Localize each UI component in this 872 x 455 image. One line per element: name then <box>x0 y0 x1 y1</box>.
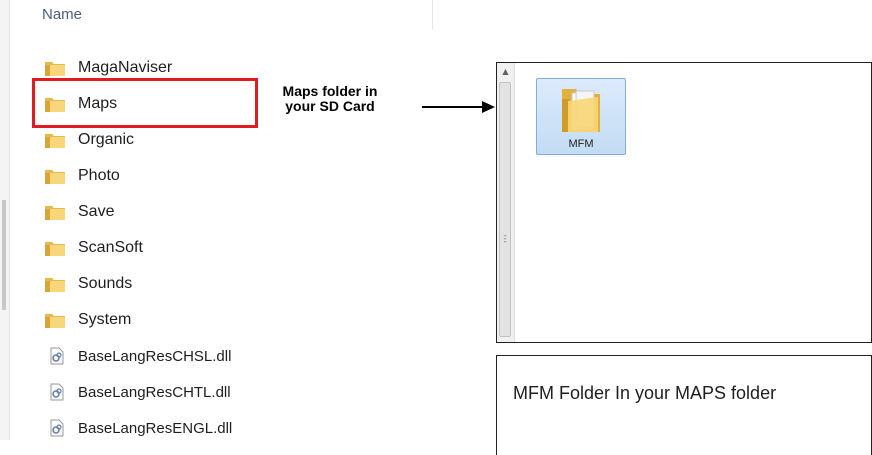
folder-icon <box>44 167 66 185</box>
file-label: BaseLangResCHSL.dll <box>78 347 232 365</box>
folder-label: System <box>78 311 132 328</box>
list-item-folder[interactable]: System <box>44 308 131 332</box>
folder-icon <box>558 83 604 139</box>
callout-line-2: your SD Card <box>285 98 375 114</box>
list-item-file[interactable]: BaseLangResCHTL.dll <box>44 380 231 404</box>
list-item-folder[interactable]: Save <box>44 200 114 224</box>
list-item-folder[interactable]: Photo <box>44 164 120 188</box>
scroll-up-arrow-icon[interactable]: ▲ <box>497 63 514 80</box>
dll-file-icon <box>48 347 66 365</box>
folder-tile-mfm[interactable]: MFM <box>536 78 626 155</box>
caption-text: MFM Folder In your MAPS folder <box>513 383 777 403</box>
dll-file-icon <box>48 419 66 437</box>
folder-icon <box>44 275 66 293</box>
folder-label: Photo <box>78 167 120 184</box>
folder-icon <box>44 239 66 257</box>
scrollbar-thumb[interactable] <box>2 200 6 310</box>
folder-icon <box>44 131 66 149</box>
list-item-folder[interactable]: Sounds <box>44 272 132 296</box>
dll-file-icon <box>48 383 66 401</box>
folder-icon <box>44 59 66 77</box>
list-item-file[interactable]: BaseLangResCHSL.dll <box>44 344 231 368</box>
list-item-file[interactable]: BaseLangResENGL.dll <box>44 416 232 440</box>
list-item-folder[interactable]: Organic <box>44 128 134 152</box>
caption-box: MFM Folder In your MAPS folder <box>496 355 872 455</box>
list-item-folder[interactable]: ScanSoft <box>44 236 143 260</box>
folder-icon <box>44 203 66 221</box>
left-scrollbar[interactable] <box>0 0 10 440</box>
folder-label: MagaNaviser <box>78 59 173 76</box>
folder-label: MFM <box>568 138 594 150</box>
folder-icon <box>44 311 66 329</box>
scrollbar-grip-icon: --- <box>503 231 507 247</box>
file-list-pane: Name MagaNaviser Maps Organic Photo Save… <box>0 0 440 455</box>
scrollbar-thumb[interactable] <box>499 82 511 337</box>
file-label: BaseLangResCHTL.dll <box>78 383 231 401</box>
vertical-scrollbar[interactable]: ▲ --- <box>497 63 515 342</box>
folder-label: Organic <box>78 131 135 148</box>
file-label: BaseLangResENGL.dll <box>78 419 233 437</box>
arrow-right-icon <box>422 101 495 113</box>
list-item-folder[interactable]: MagaNaviser <box>44 56 172 80</box>
callout-line-1: Maps folder in <box>282 83 378 99</box>
column-divider[interactable] <box>432 0 433 30</box>
folder-label: Save <box>78 203 115 220</box>
folder-label: Sounds <box>78 275 133 292</box>
folder-label: ScanSoft <box>78 239 143 256</box>
maps-callout: Maps folder in your SD Card <box>262 84 398 114</box>
maps-highlight-box <box>32 78 258 128</box>
column-header-name[interactable]: Name <box>42 6 82 23</box>
maps-folder-window: ▲ --- MFM <box>496 62 872 343</box>
